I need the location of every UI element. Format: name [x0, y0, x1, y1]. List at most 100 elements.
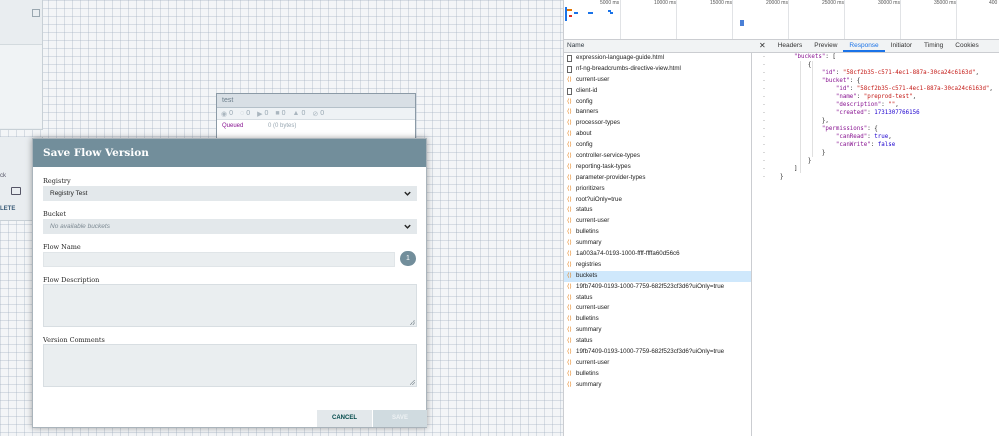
request-row[interactable]: ⟨⟩ processor-types	[564, 118, 751, 129]
request-row[interactable]: ⟨⟩ 19fb7409-0193-1000-7759-682f523cf3d6?u…	[564, 347, 751, 358]
xhr-icon: ⟨⟩	[567, 305, 572, 312]
request-name: processor-types	[576, 119, 621, 127]
request-row[interactable]: ⟨⟩ bulletins	[564, 314, 751, 325]
bucket-select[interactable]: No available buckets	[43, 219, 417, 234]
request-name: nf-ng-breadcrumbs-directive-view.html	[576, 64, 681, 72]
response-body[interactable]: - "buckets": [ - { - "id": "58cf2b35-c57…	[752, 53, 999, 436]
request-row[interactable]: ⟨⟩ 19fb7409-0193-1000-7759-682f523cf3d6?u…	[564, 282, 751, 293]
request-row[interactable]: ⟨⟩ reporting-task-types	[564, 162, 751, 173]
xhr-icon: ⟨⟩	[567, 98, 572, 105]
process-group-queued: Queued 0 (0 bytes)	[217, 120, 415, 132]
request-row[interactable]: ⟨⟩ root?uiOnly=true	[564, 195, 751, 206]
timeline-bar	[567, 9, 572, 11]
request-name: 19fb7409-0193-1000-7759-682f523cf3d6?uiO…	[576, 348, 725, 356]
request-row[interactable]: ⟨⟩ bulletins	[564, 369, 751, 380]
response-line: - "created": 1731307766156	[762, 110, 920, 116]
request-name: registries	[576, 260, 602, 268]
request-row[interactable]: ⟨⟩ banners	[564, 107, 751, 118]
request-name: expression-language-guide.html	[576, 54, 665, 61]
chevron-down-icon	[404, 224, 411, 229]
request-row[interactable]: ⟨⟩ summary	[564, 238, 751, 249]
request-row[interactable]: client-id	[564, 86, 751, 97]
xhr-icon: ⟨⟩	[567, 294, 572, 301]
request-row[interactable]: ⟨⟩ current-user	[564, 303, 751, 314]
xhr-icon: ⟨⟩	[567, 381, 572, 388]
network-timeline[interactable]: 5000 ms 10000 ms 15000 ms 20000 ms 25000…	[564, 0, 999, 40]
request-row[interactable]: ⟨⟩ summary	[564, 325, 751, 336]
request-row[interactable]: ⟨⟩ status	[564, 336, 751, 347]
response-line: - ]	[762, 166, 798, 172]
tab-timing[interactable]: Timing	[918, 40, 949, 52]
tab-response[interactable]: Response	[843, 40, 885, 52]
response-line: - "canRead": true,	[762, 134, 892, 140]
component-icon[interactable]	[11, 187, 21, 195]
tab-initiator[interactable]: Initiator	[885, 40, 918, 52]
resize-grip-icon[interactable]	[410, 380, 415, 385]
request-name: current-user	[576, 304, 610, 312]
response-line: - "name": "preprod-test",	[762, 94, 917, 100]
request-row[interactable]: ⟨⟩ bulletins	[564, 227, 751, 238]
request-name: prioritizers	[576, 184, 605, 192]
timeline-gridline	[676, 0, 677, 39]
delete-button[interactable]: LETE	[0, 206, 15, 212]
tab-preview[interactable]: Preview	[808, 40, 843, 52]
devtools-network-panel: 5000 ms 10000 ms 15000 ms 20000 ms 25000…	[563, 0, 999, 436]
response-line: - {	[762, 62, 812, 68]
request-row[interactable]: ⟨⟩ config	[564, 97, 751, 108]
timeline-tick: 15000 ms	[710, 0, 732, 6]
process-group-title: test	[217, 94, 415, 108]
request-name: controller-service-types	[576, 152, 640, 160]
timeline-bar	[574, 12, 578, 14]
tab-headers[interactable]: Headers	[772, 40, 809, 52]
cancel-button[interactable]: CANCEL	[317, 410, 372, 427]
request-row[interactable]: ⟨⟩ current-user	[564, 358, 751, 369]
save-button[interactable]: SAVE	[373, 410, 427, 427]
response-line: - "id": "58cf2b35-c571-4ec1-887a-30ca24c…	[762, 70, 979, 76]
request-row[interactable]: ⟨⟩ 1a003a74-0193-1000-ffff-ffffa60d56c6	[564, 249, 751, 260]
xhr-icon: ⟨⟩	[567, 207, 572, 214]
request-row[interactable]: ⟨⟩ about	[564, 129, 751, 140]
xhr-icon: ⟨⟩	[567, 109, 572, 116]
request-row[interactable]: ⟨⟩ parameter-provider-types	[564, 173, 751, 184]
resize-grip-icon[interactable]	[410, 320, 415, 325]
timeline-bar	[588, 12, 593, 14]
request-name: current-user	[576, 358, 610, 366]
tab-cookies[interactable]: Cookies	[949, 40, 984, 52]
registry-select[interactable]: Registry Test	[43, 186, 417, 201]
response-line: - "id": "58cf2b35-c571-4ec1-887a-30ca24c…	[762, 86, 993, 92]
xhr-icon: ⟨⟩	[567, 185, 572, 192]
xhr-icon: ⟨⟩	[567, 370, 572, 377]
request-row[interactable]: ⟨⟩ buckets	[564, 270, 751, 282]
request-row[interactable]: ⟨⟩ summary	[564, 380, 751, 391]
xhr-icon: ⟨⟩	[567, 142, 572, 149]
request-name: current-user	[576, 75, 610, 83]
request-row[interactable]: ⟨⟩ status	[564, 293, 751, 304]
close-icon[interactable]: ✕	[752, 40, 772, 52]
chevron-down-icon	[404, 191, 411, 196]
not-transmitting-icon: ◌	[240, 110, 245, 117]
flow-name-input[interactable]	[43, 252, 395, 267]
flow-description-textarea[interactable]	[43, 284, 417, 327]
request-name: summary	[576, 239, 602, 247]
request-list[interactable]: expression-language-guide.html nf-ng-brea…	[564, 53, 752, 436]
timeline-gridline	[620, 0, 621, 39]
collapse-icon[interactable]	[32, 9, 40, 17]
xhr-icon: ⟨⟩	[567, 338, 572, 345]
process-group-test[interactable]: test ◉ 0 ◌ 0 ▶ 0 ■ 0 ▲ 0 ⊘ 0 Queued 0 (0 bytes…	[216, 93, 416, 139]
request-row[interactable]: nf-ng-breadcrumbs-directive-view.html	[564, 64, 751, 75]
request-row[interactable]: ⟨⟩ config	[564, 140, 751, 151]
request-row[interactable]: ⟨⟩ prioritizers	[564, 184, 751, 195]
transmitting-icon: ◉	[221, 110, 228, 118]
request-row[interactable]: expression-language-guide.html	[564, 53, 751, 64]
xhr-icon: ⟨⟩	[567, 316, 572, 323]
request-row[interactable]: ⟨⟩ controller-service-types	[564, 151, 751, 162]
navigate-panel	[0, 0, 43, 130]
request-row[interactable]: ⟨⟩ current-user	[564, 75, 751, 86]
request-row[interactable]: ⟨⟩ current-user	[564, 216, 751, 227]
version-comments-textarea[interactable]	[43, 344, 417, 387]
request-row[interactable]: ⟨⟩ status	[564, 205, 751, 216]
request-row[interactable]: ⟨⟩ registries	[564, 260, 751, 271]
name-column-header[interactable]: Name	[564, 40, 752, 53]
stop-icon: ■	[275, 110, 280, 117]
document-icon	[567, 65, 572, 73]
